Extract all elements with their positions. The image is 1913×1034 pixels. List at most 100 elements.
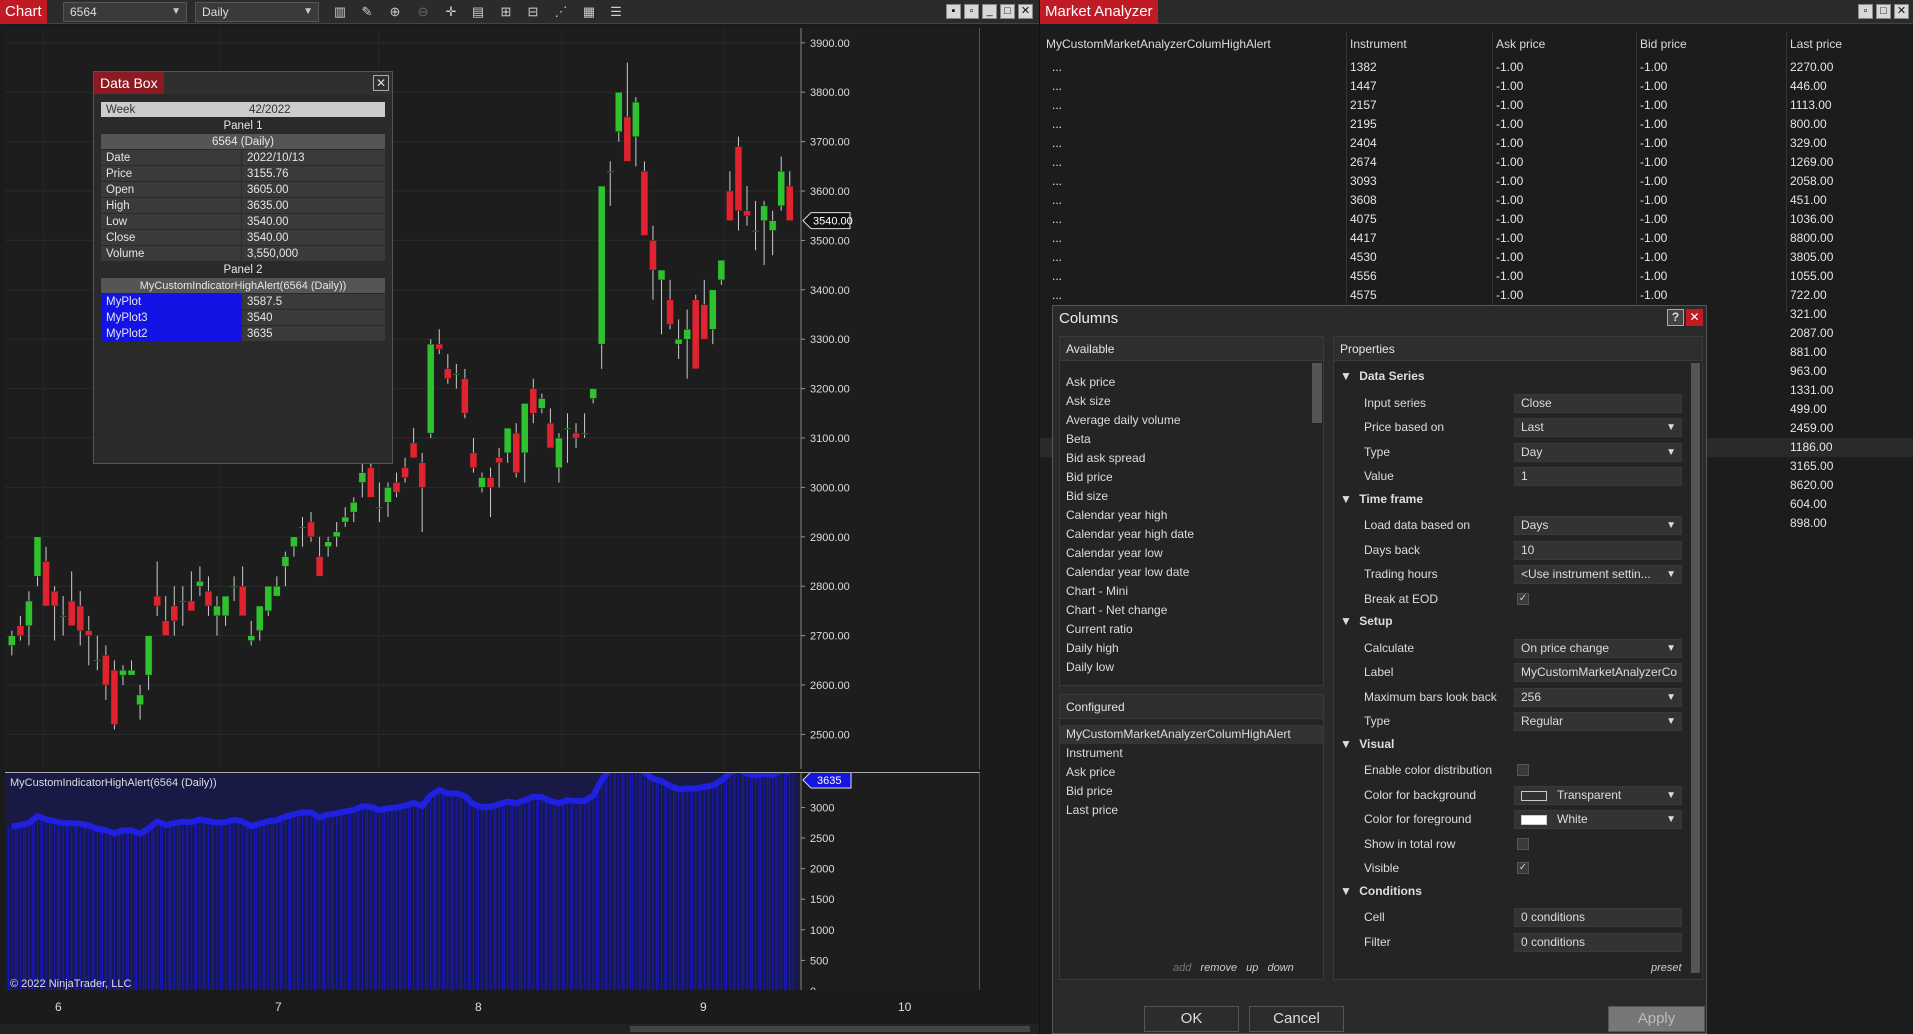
close-icon[interactable]: ✕ (1018, 4, 1033, 19)
ma-row[interactable]: ... 2157 -1.00 -1.00 1113.00 (1040, 96, 1913, 115)
available-item[interactable]: Chart - Net change (1060, 601, 1310, 620)
configured-item[interactable]: Instrument (1060, 744, 1323, 763)
ma-row[interactable]: ... 3093 -1.00 -1.00 2058.00 (1040, 172, 1913, 191)
close-icon[interactable]: ✕ (1686, 309, 1703, 326)
close-icon[interactable]: ✕ (373, 75, 389, 91)
property-value[interactable]: MyCustomMarketAnalyzerCo (1514, 663, 1682, 682)
horizontal-scrollbar[interactable] (0, 1024, 1039, 1034)
pencil-icon[interactable]: ✎ (358, 3, 376, 21)
interval-selector[interactable]: Daily ▼ (195, 2, 319, 22)
available-scrollbar[interactable] (1312, 363, 1322, 423)
ma-row[interactable]: ... 2404 -1.00 -1.00 329.00 (1040, 134, 1913, 153)
available-item[interactable]: Bid ask spread (1060, 449, 1310, 468)
available-item[interactable]: Beta (1060, 430, 1310, 449)
data-box-icon[interactable]: ▤ (469, 3, 487, 21)
configured-item[interactable]: Ask price (1060, 763, 1323, 782)
apply-button[interactable]: Apply (1608, 1006, 1705, 1032)
property-value[interactable]: On price change ▼ (1514, 638, 1682, 658)
property-checkbox[interactable]: ✓ (1517, 862, 1529, 874)
ma-column-header[interactable]: Bid price (1640, 32, 1687, 56)
x-axis[interactable]: 6 7 8 9 10 (5, 992, 980, 1024)
link-icon[interactable]: ▫ (964, 4, 979, 19)
instrument-selector[interactable]: 6564 ▼ (63, 2, 187, 22)
cancel-button[interactable]: Cancel (1249, 1006, 1344, 1032)
chart-title-tab[interactable]: Chart (0, 0, 47, 24)
properties-icon[interactable]: ⊞ (497, 3, 515, 21)
section-header[interactable]: ▼ Data Series (1340, 369, 1425, 383)
available-item[interactable]: Bid price (1060, 468, 1310, 487)
configured-item[interactable]: Last price (1060, 801, 1323, 820)
section-header[interactable]: ▼ Visual (1340, 737, 1394, 751)
available-item[interactable]: Calendar year high (1060, 506, 1310, 525)
down-link[interactable]: down (1267, 962, 1293, 974)
ma-row[interactable]: ... 2195 -1.00 -1.00 800.00 (1040, 115, 1913, 134)
available-item[interactable]: Daily low (1060, 658, 1310, 677)
property-checkbox[interactable]: ✓ (1517, 592, 1529, 605)
indicator-icon[interactable]: ⊟ (524, 3, 542, 21)
available-item[interactable]: Ask size (1060, 392, 1310, 411)
ma-title-tab[interactable]: Market Analyzer (1040, 0, 1158, 24)
ma-row[interactable]: ... 1382 -1.00 -1.00 2270.00 (1040, 58, 1913, 77)
strategy-icon[interactable]: ⋰ (552, 3, 570, 21)
preset-link[interactable]: preset (1651, 962, 1682, 974)
property-value[interactable]: White ▼ (1514, 810, 1682, 829)
remove-link[interactable]: remove (1200, 962, 1237, 974)
property-value[interactable]: Close (1514, 393, 1682, 413)
ma-column-header[interactable]: Last price (1790, 32, 1842, 56)
property-value[interactable]: Last ▼ (1514, 418, 1682, 437)
property-value[interactable]: Days ▼ (1514, 516, 1682, 535)
crosshair-icon[interactable]: ✛ (442, 3, 460, 21)
property-checkbox[interactable] (1517, 837, 1529, 850)
ma-column-header[interactable]: MyCustomMarketAnalyzerColumHighAlert (1046, 32, 1271, 56)
configured-item[interactable]: MyCustomMarketAnalyzerColumHighAlert (1060, 725, 1323, 744)
property-value[interactable]: 0 conditions (1514, 932, 1682, 952)
available-item[interactable]: Calendar year low (1060, 544, 1310, 563)
property-value[interactable]: Regular ▼ (1514, 712, 1682, 731)
expand-arrow-icon[interactable]: ▼ (1340, 614, 1355, 628)
zoom-out-icon[interactable]: ⊖ (414, 3, 432, 21)
property-value[interactable]: 256 ▼ (1514, 687, 1682, 707)
configured-item[interactable]: Bid price (1060, 782, 1323, 801)
available-item[interactable]: Bid size (1060, 487, 1310, 506)
maximize-icon[interactable]: □ (1876, 4, 1891, 19)
ma-row[interactable]: ... 3608 -1.00 -1.00 451.00 (1040, 191, 1913, 210)
scrollbar-thumb[interactable] (630, 1026, 1030, 1032)
ma-row[interactable]: ... 4575 -1.00 -1.00 722.00 (1040, 286, 1913, 305)
property-checkbox[interactable] (1517, 764, 1529, 776)
expand-arrow-icon[interactable]: ▼ (1340, 369, 1355, 383)
ma-row[interactable]: ... 4530 -1.00 -1.00 3805.00 (1040, 248, 1913, 267)
indicator-panel[interactable]: 3000 2500 2000 1500 1000 500 0 3635 MyCustomInd… (5, 772, 980, 990)
section-header[interactable]: ▼ Setup (1340, 614, 1393, 628)
available-item[interactable]: Calendar year low date (1060, 563, 1310, 582)
available-item[interactable]: Calendar year high date (1060, 525, 1310, 544)
zoom-in-icon[interactable]: ⊕ (386, 3, 404, 21)
ma-column-header[interactable]: Instrument (1350, 32, 1407, 56)
ma-column-header[interactable]: Ask price (1496, 32, 1545, 56)
property-value[interactable]: Day ▼ (1514, 442, 1682, 462)
property-value[interactable]: 0 conditions (1514, 908, 1682, 927)
property-value[interactable]: <Use instrument settin... ▼ (1514, 565, 1682, 584)
up-link[interactable]: up (1246, 962, 1258, 974)
help-icon[interactable]: ? (1667, 309, 1684, 326)
available-item[interactable]: Ask price (1060, 373, 1310, 392)
section-header[interactable]: ▼ Time frame (1340, 492, 1423, 506)
property-value[interactable]: Transparent ▼ (1514, 785, 1682, 805)
available-item[interactable]: Average daily volume (1060, 411, 1310, 430)
properties-scrollbar[interactable] (1691, 363, 1700, 973)
maximize-icon[interactable]: □ (1000, 4, 1015, 19)
close-icon[interactable]: ✕ (1894, 4, 1909, 19)
ok-button[interactable]: OK (1144, 1006, 1239, 1032)
ma-row[interactable]: ... 2674 -1.00 -1.00 1269.00 (1040, 153, 1913, 172)
data-box-window[interactable]: Data Box ✕ Week 42/2022 Panel 1 6564 (Dai… (93, 71, 393, 464)
ruler-icon[interactable]: ▦ (580, 3, 598, 21)
available-item[interactable]: Current ratio (1060, 620, 1310, 639)
expand-arrow-icon[interactable]: ▼ (1340, 884, 1355, 898)
minimize-icon[interactable]: _ (982, 4, 997, 19)
expand-arrow-icon[interactable]: ▼ (1340, 737, 1355, 751)
ma-row[interactable]: ... 4556 -1.00 -1.00 1055.00 (1040, 267, 1913, 286)
ma-row[interactable]: ... 4417 -1.00 -1.00 8800.00 (1040, 229, 1913, 248)
tile-icon[interactable]: ▪ (946, 4, 961, 19)
bar-chart-icon[interactable]: ▥ (331, 3, 349, 21)
list-icon[interactable]: ☰ (607, 3, 625, 21)
columns-dialog[interactable]: Columns ? ✕ Available Ask price Ask size A… (1052, 305, 1707, 1034)
